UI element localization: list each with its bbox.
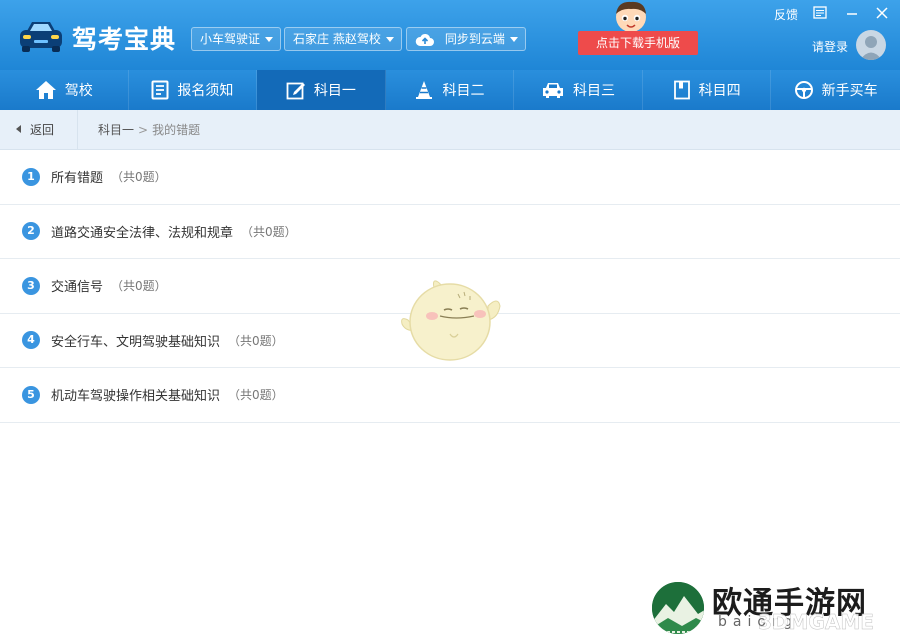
nav-item-subject-four[interactable]: 科目四 <box>643 70 772 110</box>
car-icon <box>543 83 564 98</box>
user-avatar-icon <box>860 36 882 60</box>
list-item-label: 交通信号 <box>51 280 104 296</box>
nav-item-label: 科目四 <box>698 83 741 99</box>
minimize-icon[interactable] <box>843 4 861 22</box>
list-item-count: （共0题） <box>111 170 167 185</box>
sync-cloud-dropdown[interactable]: 同步到云端 <box>406 27 526 51</box>
license-type-dropdown[interactable]: 小车驾驶证 <box>191 27 282 51</box>
list-item-label: 道路交通安全法律、法规和规章 <box>51 225 234 241</box>
watermark-logo <box>650 580 706 636</box>
breadcrumb-separator: > <box>138 123 149 137</box>
sync-cloud-label: 同步到云端 <box>444 32 505 46</box>
title-bar: 驾考宝典 小车驾驶证 石家庄 燕赵驾校 同步到云端 点击下载手机版 反馈 请登录 <box>0 0 900 70</box>
chevron-down-icon <box>509 37 518 42</box>
menu-icon[interactable] <box>811 4 829 22</box>
list-item-count: （共0题） <box>228 333 284 348</box>
main-nav: 驾校 报名须知 科目一 科目二 科目三 科目四 新手买车 <box>0 70 900 110</box>
list-item-number: 3 <box>22 276 40 295</box>
list-item-number: 5 <box>22 385 40 404</box>
book-icon <box>673 80 690 100</box>
download-mobile-app-button[interactable]: 点击下载手机版 <box>578 31 698 55</box>
empty-state-mascot-icon <box>401 280 501 361</box>
nav-item-driving-school[interactable]: 驾校 <box>0 70 129 110</box>
chevron-down-icon <box>265 37 274 42</box>
steering-wheel-icon <box>794 81 813 99</box>
back-button[interactable]: 返回 <box>0 110 78 150</box>
list-item-count: （共0题） <box>241 224 297 239</box>
list-item-count: （共0题） <box>228 388 284 403</box>
login-link[interactable]: 请登录 <box>812 38 848 55</box>
mountain-logo-icon <box>652 582 704 634</box>
list-item-label: 机动车驾驶操作相关基础知识 <box>51 389 221 405</box>
nav-item-label: 科目三 <box>573 83 616 99</box>
list-item-number: 2 <box>22 222 40 241</box>
list-item[interactable]: 1 所有错题 （共0题） <box>0 150 900 205</box>
edit-icon <box>286 82 305 100</box>
nav-item-label: 科目一 <box>313 83 356 99</box>
home-icon <box>35 81 56 99</box>
watermark-brand: 3DMGAME <box>758 610 874 635</box>
cone-icon <box>416 81 433 99</box>
back-arrow-icon <box>16 125 21 133</box>
driving-school-dropdown[interactable]: 石家庄 燕赵驾校 <box>284 27 402 51</box>
list-item-number: 1 <box>22 167 40 186</box>
breadcrumb-bar: 返回 科目一 > 我的错题 <box>0 110 900 150</box>
nav-item-label: 驾校 <box>64 83 93 99</box>
list-item-number: 4 <box>22 331 40 350</box>
avatar[interactable] <box>856 30 886 60</box>
nav-item-subject-three[interactable]: 科目三 <box>514 70 643 110</box>
app-title: 驾考宝典 <box>72 25 177 54</box>
nav-item-label: 科目二 <box>442 83 485 99</box>
breadcrumb: 科目一 > 我的错题 <box>98 110 200 150</box>
nav-item-buy-car[interactable]: 新手买车 <box>771 70 900 110</box>
nav-item-registration-notes[interactable]: 报名须知 <box>129 70 258 110</box>
list-item[interactable]: 5 机动车驾驶操作相关基础知识 （共0题） <box>0 368 900 423</box>
list-item[interactable]: 2 道路交通安全法律、法规和规章 （共0题） <box>0 205 900 259</box>
list-item-label: 安全行车、文明驾驶基础知识 <box>51 334 221 350</box>
document-icon <box>151 80 169 100</box>
car-logo-icon <box>20 22 62 52</box>
feedback-link[interactable]: 反馈 <box>774 6 798 23</box>
nav-item-label: 报名须知 <box>177 83 234 99</box>
list-item-count: （共0题） <box>111 279 167 294</box>
chevron-down-icon <box>385 37 394 42</box>
nav-item-subject-two[interactable]: 科目二 <box>386 70 515 110</box>
back-label: 返回 <box>30 123 55 137</box>
nav-item-label: 新手买车 <box>821 83 878 99</box>
list-item-label: 所有错题 <box>51 171 104 187</box>
close-icon[interactable] <box>873 4 891 22</box>
breadcrumb-subject-one[interactable]: 科目一 <box>98 123 134 137</box>
nav-item-subject-one[interactable]: 科目一 <box>257 70 386 110</box>
breadcrumb-current: 我的错题 <box>152 123 201 137</box>
driving-school-label: 石家庄 燕赵驾校 <box>293 32 381 46</box>
license-type-label: 小车驾驶证 <box>200 32 261 46</box>
cloud-upload-icon <box>415 33 434 46</box>
